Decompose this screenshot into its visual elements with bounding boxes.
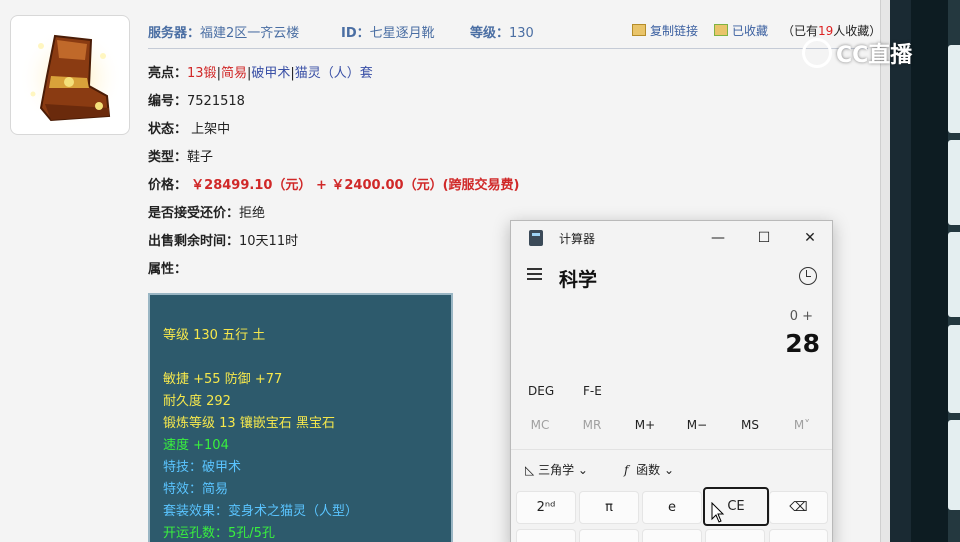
rail-card[interactable] <box>948 140 960 225</box>
server-info: 服务器：福建2区一齐云楼 <box>148 26 300 41</box>
attr-line: 耐久度 292 <box>163 394 231 409</box>
function-dropdown[interactable]: f 函数 ⌄ <box>624 461 674 478</box>
calculator-expression: 0 + <box>789 309 813 324</box>
page-scrollbar[interactable] <box>880 0 890 542</box>
memory-recall-button[interactable]: MR <box>566 418 618 432</box>
euler-key[interactable]: e <box>642 491 702 524</box>
pi-key[interactable]: π <box>579 491 639 524</box>
attr-line: 等级 130 五行 土 <box>163 328 266 343</box>
remaining-time-row: 出售剩余时间：10天11时 <box>148 234 299 249</box>
cursor-arrow-icon <box>711 501 725 523</box>
memory-list-button[interactable]: M˅ <box>776 418 828 432</box>
minimize-button[interactable]: — <box>695 221 741 255</box>
attributes-label: 属性： <box>148 262 188 277</box>
calculator-titlebar[interactable]: 计算器 — ☐ ✕ <box>511 221 832 255</box>
exp-key[interactable] <box>705 529 765 542</box>
memory-clear-button[interactable]: MC <box>514 418 566 432</box>
history-icon[interactable] <box>799 267 817 285</box>
rail-card[interactable] <box>948 232 960 317</box>
reciprocal-key[interactable] <box>579 529 639 542</box>
second-function-key[interactable]: 2ⁿᵈ <box>516 491 576 524</box>
cc-logo-icon <box>802 38 832 68</box>
calculator-icon <box>529 230 543 246</box>
calculator-mode-title: 科学 <box>559 269 598 291</box>
square-key[interactable] <box>516 529 576 542</box>
rail-card[interactable] <box>948 325 960 413</box>
hamburger-menu-icon[interactable] <box>527 265 545 283</box>
chevron-down-icon: ⌄ <box>663 463 674 477</box>
stream-strip <box>911 0 948 542</box>
close-button[interactable]: ✕ <box>787 221 832 255</box>
attr-line: 敏捷 +55 防御 +77 <box>163 372 283 387</box>
type-row: 类型：鞋子 <box>148 150 214 165</box>
item-image <box>10 15 130 135</box>
calculator-display: 28 <box>785 329 820 358</box>
attr-line: 锻炼等级 13 镶嵌宝石 黑宝石 <box>163 416 335 431</box>
memory-subtract-button[interactable]: M− <box>671 418 723 432</box>
boots-icon <box>19 26 123 130</box>
copy-link-icon <box>632 24 646 36</box>
mod-key[interactable] <box>769 529 828 542</box>
cc-live-logo: CC直播 <box>802 37 932 71</box>
rail-card[interactable] <box>948 420 960 510</box>
window-title: 计算器 <box>559 232 596 246</box>
attr-line: 开运孔数：5孔/5孔 <box>163 526 275 541</box>
highlights-row: 亮点：13锻|简易|破甲术|猫灵（人）套 <box>148 66 373 81</box>
absolute-key[interactable] <box>642 529 702 542</box>
deg-toggle[interactable]: DEG <box>528 384 554 398</box>
chevron-down-icon: ⌄ <box>577 463 588 477</box>
triangle-icon: ◺ <box>525 463 535 477</box>
item-header: 服务器：福建2区一齐云楼 ID：七星逐月靴 等级：130 复制链接 已收藏 （已… <box>148 20 881 42</box>
bargain-row: 是否接受还价：拒绝 <box>148 206 266 221</box>
price-row: 价格： ￥28499.10（元） + ￥2400.00（元）(跨服交易费) <box>148 178 520 193</box>
level-info: 等级：130 <box>470 26 534 41</box>
favorite-button[interactable]: 已收藏 <box>714 22 768 39</box>
header-divider <box>148 48 868 49</box>
favorite-icon <box>714 24 728 36</box>
status-row: 状态： 上架中 <box>148 122 231 137</box>
attr-line: 套装效果：变身术之猫灵（人型） <box>163 504 359 519</box>
id-info: ID：七星逐月靴 <box>341 26 435 41</box>
memory-add-button[interactable]: M+ <box>619 418 671 432</box>
attr-line: 速度 +104 <box>163 438 229 453</box>
divider <box>511 449 832 450</box>
attributes-panel: 等级 130 五行 土 敏捷 +55 防御 +77 耐久度 292 锻炼等级 1… <box>148 293 453 542</box>
fe-toggle[interactable]: F-E <box>583 384 602 398</box>
function-icon: f <box>624 463 629 477</box>
rail-card[interactable] <box>948 45 960 133</box>
calculator-window: 计算器 — ☐ ✕ 科学 0 + 28 DEG F-E MC MR M+ M− … <box>510 220 833 542</box>
attr-line: 特效：简易 <box>163 482 229 497</box>
trigonometry-dropdown[interactable]: ◺ 三角学 ⌄ <box>525 461 588 478</box>
memory-store-button[interactable]: MS <box>724 418 776 432</box>
copy-link-button[interactable]: 复制链接 <box>632 22 698 39</box>
backspace-key[interactable]: ⌫ <box>769 491 828 524</box>
attr-line: 特技：破甲术 <box>163 460 242 475</box>
maximize-button[interactable]: ☐ <box>741 221 787 255</box>
number-row: 编号：7521518 <box>148 94 245 109</box>
